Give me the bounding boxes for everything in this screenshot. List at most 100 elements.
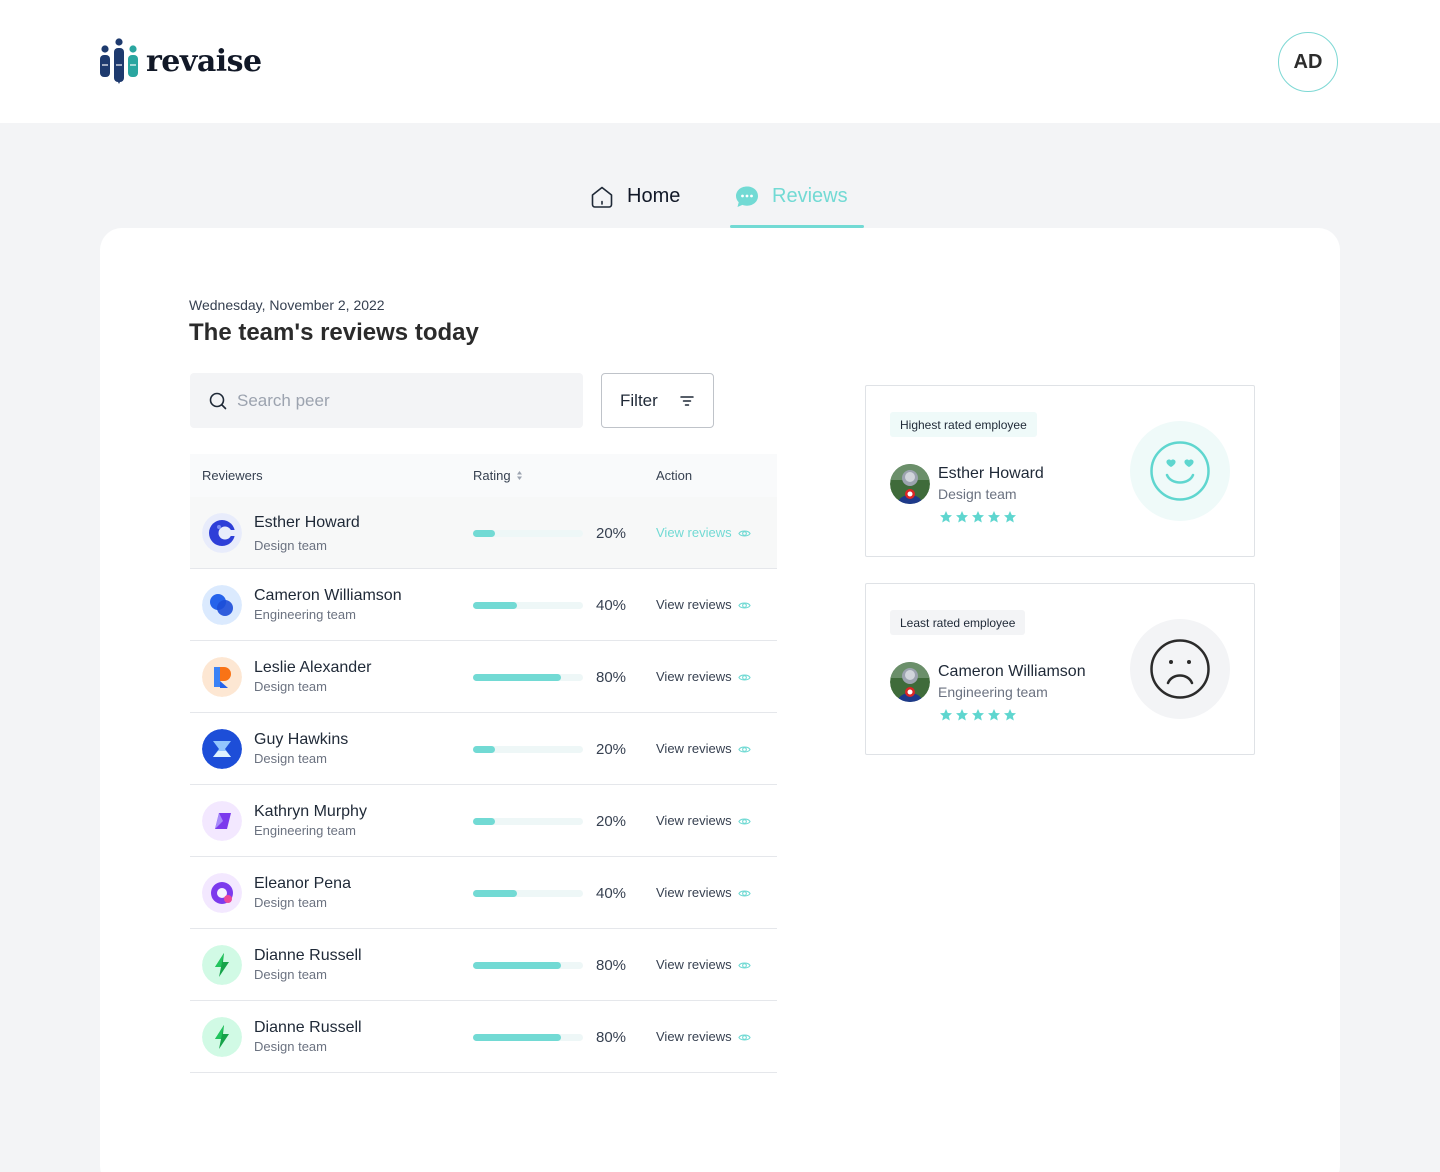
rating-bar xyxy=(473,1034,583,1041)
eye-icon[interactable] xyxy=(738,887,751,900)
header-rating[interactable]: Rating xyxy=(473,468,523,483)
header-action: Action xyxy=(656,468,693,483)
employee-avatar xyxy=(890,464,930,504)
rating-bar xyxy=(473,890,583,897)
eye-icon[interactable] xyxy=(738,527,751,540)
highest-employee-name: Esther Howard xyxy=(938,465,1044,482)
reviewer-name: Guy Hawkins xyxy=(254,731,349,748)
highest-rated-badge: Highest rated employee xyxy=(890,412,1037,437)
tab-home-label: Home xyxy=(627,185,681,207)
rating-bar xyxy=(473,674,583,681)
reviewer-name: Cameron Williamson xyxy=(254,587,402,604)
rating-bar-fill xyxy=(473,1034,561,1041)
logo-mark-icon xyxy=(100,38,138,84)
filter-label: Filter xyxy=(620,390,658,410)
filter-button[interactable]: Filter xyxy=(601,373,714,428)
rating-percent: 80% xyxy=(596,957,627,974)
q-logo-icon xyxy=(202,873,242,913)
reviewer-name: Esther Howard xyxy=(254,514,360,531)
brand-name: revaise xyxy=(146,43,262,79)
reviewer-team: Design team xyxy=(254,895,327,910)
reviewer-name: Leslie Alexander xyxy=(254,659,372,676)
active-tab-indicator xyxy=(730,225,864,228)
search-input[interactable] xyxy=(237,390,557,411)
rating-percent: 20% xyxy=(596,525,627,542)
header-reviewers: Reviewers xyxy=(202,468,263,483)
view-reviews-link[interactable]: View reviews xyxy=(656,525,732,540)
star-icon xyxy=(988,709,1000,721)
rating-bar xyxy=(473,818,583,825)
star-icon xyxy=(956,511,968,523)
rating-bar xyxy=(473,530,583,537)
table-row[interactable]: Esther Howard Design team 20% View revie… xyxy=(190,497,777,569)
view-reviews-link[interactable]: View reviews xyxy=(656,957,732,972)
reviewer-name: Dianne Russell xyxy=(254,947,362,964)
star-icon xyxy=(972,709,984,721)
rating-bar-fill xyxy=(473,530,495,537)
home-icon xyxy=(591,186,613,208)
hourglass-logo-icon xyxy=(202,729,242,769)
page-title: The team's reviews today xyxy=(189,319,479,346)
star-icon xyxy=(956,709,968,721)
rating-percent: 20% xyxy=(596,741,627,758)
r-logo-icon xyxy=(202,657,242,697)
table-row[interactable]: Dianne Russell Design team 80% View revi… xyxy=(190,1001,777,1073)
table-row[interactable]: Eleanor Pena Design team 40% View review… xyxy=(190,857,777,929)
star-rating xyxy=(939,510,1017,524)
rating-bar-fill xyxy=(473,962,561,969)
rating-percent: 40% xyxy=(596,885,627,902)
table-row[interactable]: Guy Hawkins Design team 20% View reviews xyxy=(190,713,777,785)
table-row[interactable]: Dianne Russell Design team 80% View revi… xyxy=(190,929,777,1001)
rating-bar-fill xyxy=(473,818,495,825)
tab-home[interactable]: Home xyxy=(589,178,680,228)
top-bar: revaise AD xyxy=(0,0,1440,123)
face-container xyxy=(1130,421,1230,521)
view-reviews-link[interactable]: View reviews xyxy=(656,885,732,900)
eye-icon[interactable] xyxy=(738,959,751,972)
view-reviews-link[interactable]: View reviews xyxy=(656,597,732,612)
reviewer-name: Kathryn Murphy xyxy=(254,803,367,820)
reviewer-team: Engineering team xyxy=(254,607,356,622)
face-container xyxy=(1130,619,1230,719)
star-icon xyxy=(940,511,952,523)
employee-avatar xyxy=(890,662,930,702)
star-icon xyxy=(988,511,1000,523)
table-row[interactable]: Cameron Williamson Engineering team 40% … xyxy=(190,569,777,641)
user-avatar[interactable]: AD xyxy=(1278,32,1338,92)
heart-eyes-smile-icon xyxy=(1150,441,1210,501)
reviewer-team: Design team xyxy=(254,751,327,766)
least-employee-team: Engineering team xyxy=(938,684,1048,700)
reviewer-team: Design team xyxy=(254,538,327,553)
eye-icon[interactable] xyxy=(738,815,751,828)
star-icon xyxy=(940,709,952,721)
brand-logo[interactable]: revaise xyxy=(100,38,262,84)
search-box[interactable] xyxy=(190,373,583,428)
reviewer-team: Design team xyxy=(254,1039,327,1054)
sad-face-icon xyxy=(1150,639,1210,699)
reviewer-name: Eleanor Pena xyxy=(254,875,351,892)
eye-icon[interactable] xyxy=(738,671,751,684)
main-nav: Home Reviews xyxy=(0,178,1440,228)
view-reviews-link[interactable]: View reviews xyxy=(656,741,732,756)
view-reviews-link[interactable]: View reviews xyxy=(656,1029,732,1044)
view-reviews-link[interactable]: View reviews xyxy=(656,669,732,684)
eye-icon[interactable] xyxy=(738,599,751,612)
tab-reviews[interactable]: Reviews xyxy=(734,178,848,228)
blue-circles-logo-icon xyxy=(202,585,242,625)
header-rating-label: Rating xyxy=(473,468,511,483)
view-reviews-link[interactable]: View reviews xyxy=(656,813,732,828)
highest-employee-team: Design team xyxy=(938,486,1017,502)
reviewer-team: Engineering team xyxy=(254,823,356,838)
green-bolt-logo-icon xyxy=(202,945,242,985)
eye-icon[interactable] xyxy=(738,743,751,756)
least-employee-name: Cameron Williamson xyxy=(938,663,1086,680)
rating-percent: 20% xyxy=(596,813,627,830)
chat-bubble-icon xyxy=(736,186,758,207)
green-bolt-logo-icon xyxy=(202,1017,242,1057)
table-row[interactable]: Leslie Alexander Design team 80% View re… xyxy=(190,641,777,713)
table-row[interactable]: Kathryn Murphy Engineering team 20% View… xyxy=(190,785,777,857)
eye-icon[interactable] xyxy=(738,1031,751,1044)
purple-leaf-logo-icon xyxy=(202,801,242,841)
rating-percent: 80% xyxy=(596,669,627,686)
c-logo-icon xyxy=(202,513,242,553)
